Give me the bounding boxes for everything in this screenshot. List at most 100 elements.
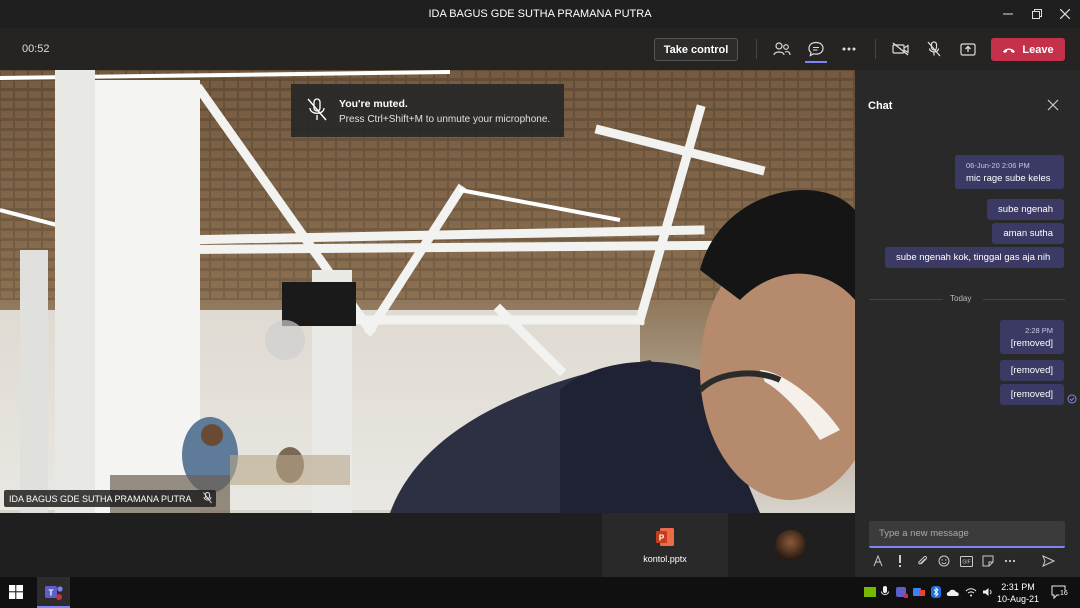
attach-button[interactable] bbox=[915, 554, 929, 568]
teams-meeting-window: IDA BAGUS GDE SUTHA PRAMANA PUTRA 00:52 … bbox=[0, 0, 1080, 608]
close-chat-button[interactable] bbox=[1047, 98, 1061, 112]
call-timer: 00:52 bbox=[22, 43, 50, 55]
chat-toggle-button[interactable] bbox=[804, 38, 828, 60]
minimize-icon bbox=[1003, 13, 1013, 15]
meet-tray-icon[interactable] bbox=[912, 585, 926, 599]
share-tray-icon bbox=[960, 43, 976, 56]
mic-toggle-button[interactable] bbox=[922, 38, 946, 60]
hang-up-icon bbox=[1003, 48, 1016, 53]
chat-message: sube ngenah bbox=[987, 199, 1064, 220]
message-text: [removed] bbox=[1010, 365, 1053, 376]
bluetooth-tray-icon[interactable] bbox=[929, 585, 943, 599]
start-button[interactable] bbox=[9, 585, 23, 604]
muted-notification: You're muted. Press Ctrl+Shift+M to unmu… bbox=[291, 84, 564, 137]
chat-message: [removed] bbox=[999, 384, 1064, 405]
participant-name-tag: IDA BAGUS GDE SUTHA PRAMANA PUTRA bbox=[4, 490, 216, 507]
teams-icon: T bbox=[44, 585, 63, 600]
windows-logo-icon bbox=[9, 585, 23, 599]
window-title: IDA BAGUS GDE SUTHA PRAMANA PUTRA bbox=[428, 8, 652, 20]
format-icon bbox=[873, 555, 883, 567]
chat-active-indicator bbox=[805, 61, 827, 63]
sticker-button[interactable] bbox=[981, 554, 995, 568]
taskbar-time: 2:31 PM bbox=[1001, 582, 1035, 592]
participants-button[interactable] bbox=[770, 38, 794, 60]
chat-message: 06-Jun-20 2:06 PM mic rage sube keles bbox=[955, 155, 1064, 189]
restore-button[interactable] bbox=[1022, 0, 1052, 28]
mic-off-icon bbox=[307, 98, 327, 121]
emoji-icon bbox=[938, 555, 950, 567]
notification-count: 16 bbox=[1059, 590, 1069, 597]
toolbar-divider bbox=[875, 39, 876, 59]
shared-file-name: kontol.pptx bbox=[643, 554, 687, 564]
message-text: sube ngenah kok, tinggal gas aja nih bbox=[896, 252, 1051, 263]
close-icon bbox=[1047, 99, 1059, 111]
minimize-button[interactable] bbox=[993, 0, 1023, 28]
leave-label: Leave bbox=[1022, 43, 1054, 56]
action-center-button[interactable]: 16 bbox=[1051, 585, 1069, 605]
take-control-button[interactable]: Take control bbox=[654, 38, 738, 61]
onedrive-tray-icon[interactable] bbox=[946, 585, 960, 599]
meeting-toolbar: 00:52 Take control Leave bbox=[0, 28, 1080, 70]
important-button[interactable] bbox=[893, 554, 907, 568]
teams-tray-icon[interactable] bbox=[895, 585, 909, 599]
message-text: [removed] bbox=[1010, 389, 1053, 400]
shared-content-tile[interactable]: P kontol.pptx bbox=[602, 513, 728, 577]
chat-panel: Chat 06-Jun-20 2:06 PM mic rage sube kel… bbox=[855, 70, 1080, 577]
message-timestamp: 2:28 PM bbox=[1025, 326, 1053, 335]
close-icon bbox=[1060, 9, 1070, 19]
mic-off-icon bbox=[927, 41, 941, 57]
message-input[interactable] bbox=[869, 521, 1065, 546]
message-text: sube ngenah bbox=[998, 204, 1053, 215]
chat-title: Chat bbox=[868, 100, 893, 112]
restore-icon bbox=[1032, 9, 1042, 19]
message-compose[interactable] bbox=[869, 521, 1065, 548]
send-button[interactable] bbox=[1041, 554, 1055, 568]
taskbar-teams-app[interactable]: T bbox=[37, 577, 70, 608]
title-bar: IDA BAGUS GDE SUTHA PRAMANA PUTRA bbox=[0, 0, 1080, 28]
wifi-tray-icon[interactable] bbox=[964, 585, 978, 599]
powerpoint-icon: P bbox=[656, 528, 674, 546]
send-icon bbox=[1041, 555, 1055, 567]
message-timestamp: 06-Jun-20 2:06 PM bbox=[966, 161, 1030, 170]
compose-toolbar: GIF bbox=[871, 554, 1069, 570]
chat-message: sube ngenah kok, tinggal gas aja nih bbox=[885, 247, 1064, 268]
mic-off-icon bbox=[202, 492, 212, 504]
microphone-tray-icon[interactable] bbox=[878, 585, 892, 599]
taskbar-date: 10-Aug-21 bbox=[996, 594, 1040, 604]
taskbar-clock[interactable]: 2:31 PM 10-Aug-21 bbox=[993, 581, 1043, 605]
message-text: [removed] bbox=[1010, 338, 1053, 349]
date-divider-line bbox=[869, 299, 943, 300]
exclamation-icon bbox=[899, 555, 901, 567]
svg-text:P: P bbox=[659, 534, 665, 543]
more-options-button[interactable] bbox=[1003, 554, 1017, 568]
chat-message: [removed] bbox=[999, 360, 1064, 381]
leave-button[interactable]: Leave bbox=[991, 38, 1065, 61]
avatar bbox=[775, 530, 806, 561]
self-video-tile[interactable] bbox=[728, 513, 855, 577]
more-icon bbox=[842, 47, 856, 51]
camera-toggle-button[interactable] bbox=[889, 38, 913, 60]
chat-message: 2:28 PM [removed] bbox=[999, 320, 1064, 354]
chat-icon bbox=[808, 41, 824, 57]
people-icon bbox=[773, 42, 791, 56]
format-button[interactable] bbox=[871, 554, 885, 568]
share-screen-button[interactable] bbox=[956, 38, 980, 60]
windows-taskbar: T 2:31 PM 10-Aug-21 16 bbox=[0, 577, 1080, 608]
nvidia-tray-icon[interactable] bbox=[863, 585, 877, 599]
date-divider-line bbox=[983, 299, 1065, 300]
svg-text:T: T bbox=[48, 588, 53, 597]
emoji-button[interactable] bbox=[937, 554, 951, 568]
gif-icon: GIF bbox=[959, 555, 973, 567]
toolbar-divider bbox=[756, 39, 757, 59]
gif-button[interactable]: GIF bbox=[959, 554, 973, 568]
close-window-button[interactable] bbox=[1050, 0, 1080, 28]
paperclip-icon bbox=[918, 555, 928, 565]
date-divider-label: Today bbox=[950, 294, 972, 303]
more-actions-button[interactable] bbox=[837, 38, 861, 60]
seen-icon bbox=[1067, 394, 1077, 404]
chat-message: aman sutha bbox=[992, 223, 1064, 244]
message-text: mic rage sube keles bbox=[966, 173, 1051, 184]
more-icon bbox=[1004, 559, 1016, 563]
svg-text:GIF: GIF bbox=[962, 559, 970, 565]
message-text: aman sutha bbox=[1003, 228, 1053, 239]
